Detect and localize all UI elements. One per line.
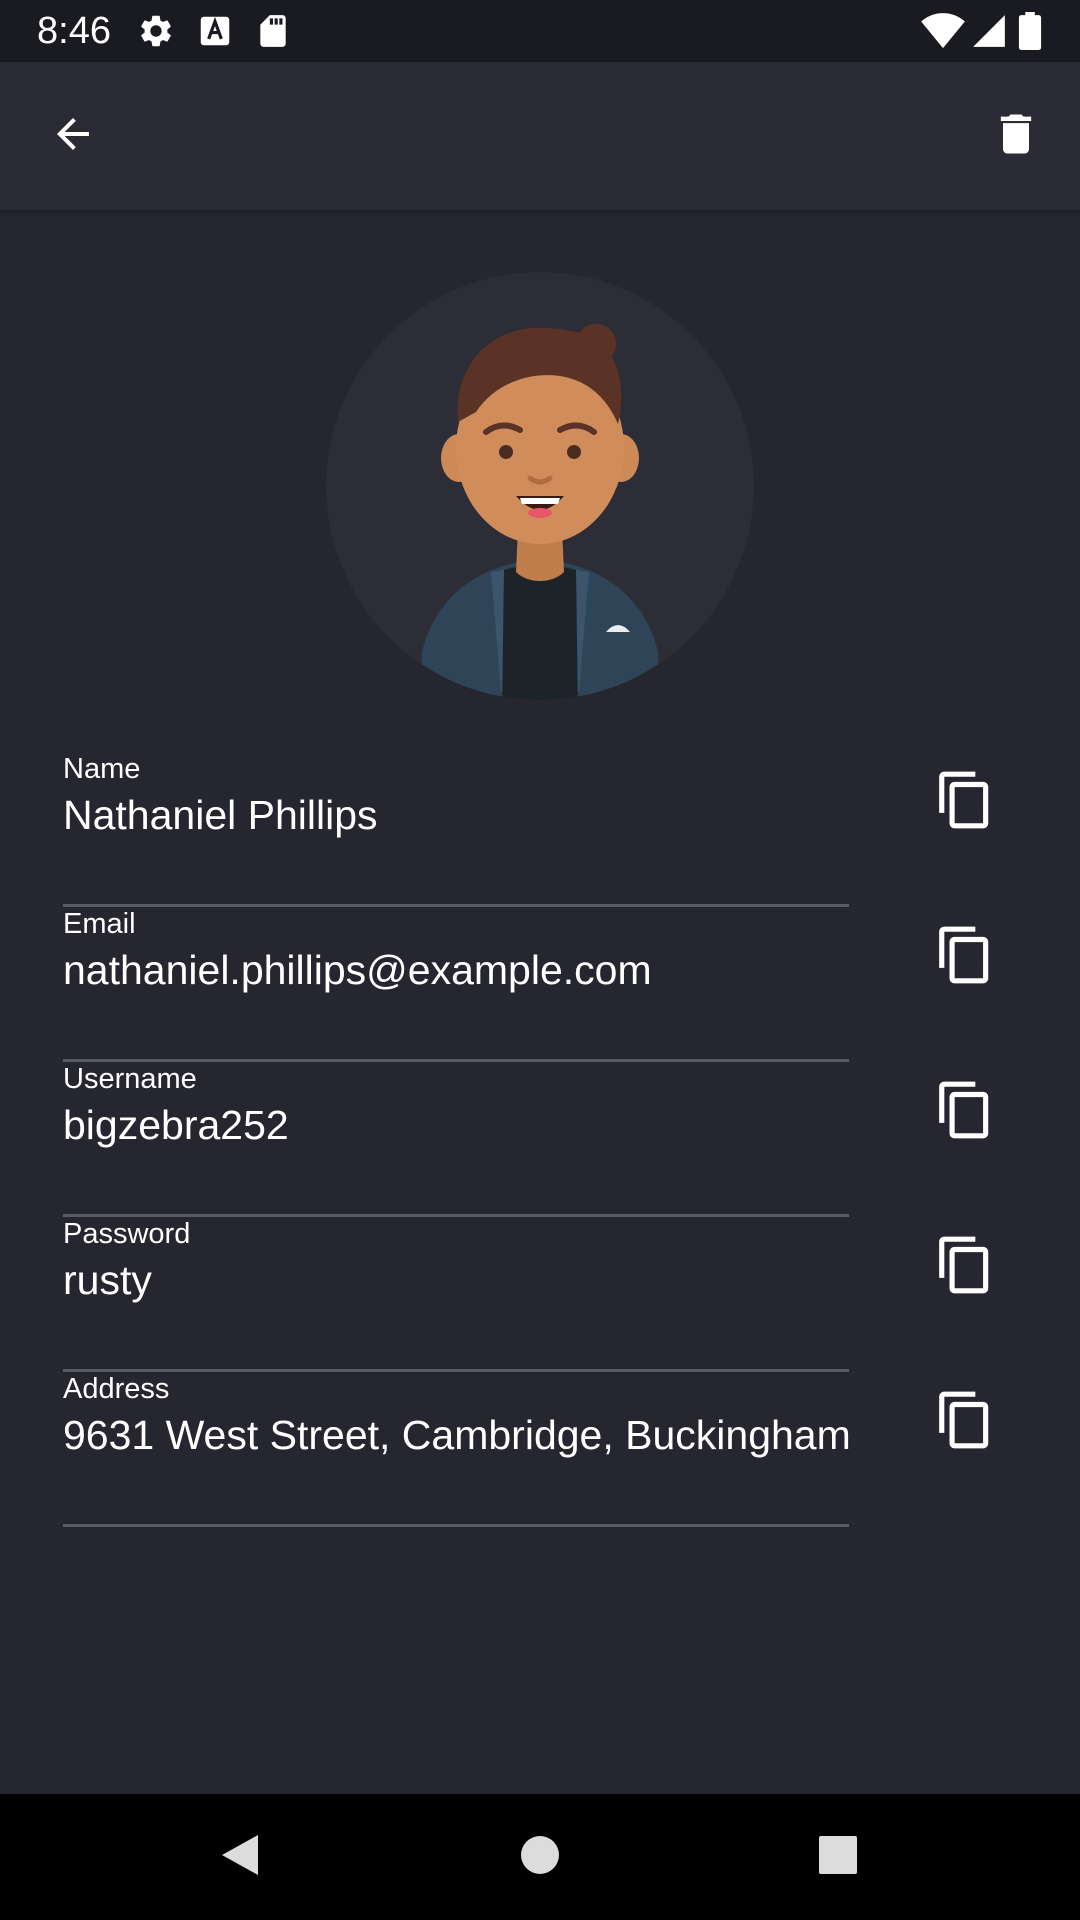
copy-email-button[interactable]: [915, 907, 1015, 1007]
home-circle-icon: [520, 1835, 560, 1880]
nav-back-button[interactable]: [200, 1817, 280, 1897]
delete-button[interactable]: [968, 88, 1064, 184]
copy-icon: [934, 769, 996, 836]
field-value: 9631 West Street, Cambridge, Buckinghams…: [63, 1412, 849, 1458]
trash-icon: [990, 108, 1042, 165]
copy-password-button[interactable]: [915, 1217, 1015, 1317]
field-label: Password: [63, 1218, 191, 1250]
arrow-left-icon: [49, 110, 97, 163]
name-field: Name Nathaniel Phillips: [63, 752, 849, 907]
sd-card-icon: [254, 12, 292, 50]
signal-icon: [970, 12, 1008, 50]
copy-icon: [934, 1389, 996, 1456]
copy-username-button[interactable]: [915, 1062, 1015, 1162]
nav-recents-button[interactable]: [798, 1817, 878, 1897]
copy-address-button[interactable]: [915, 1372, 1015, 1472]
nav-home-button[interactable]: [500, 1817, 580, 1897]
back-triangle-icon: [218, 1831, 262, 1884]
battery-icon: [1016, 12, 1044, 50]
gear-icon: [137, 12, 175, 50]
wifi-icon: [920, 12, 966, 50]
username-field: Username bigzebra252: [63, 1062, 849, 1217]
copy-name-button[interactable]: [915, 752, 1015, 852]
navigation-bar: [0, 1794, 1080, 1920]
password-field: Password rusty: [63, 1217, 849, 1372]
field-label: Email: [63, 908, 136, 940]
address-field: Address 9631 West Street, Cambridge, Buc…: [63, 1372, 849, 1527]
field-value: rusty: [63, 1257, 152, 1303]
field-label: Username: [63, 1063, 197, 1095]
field-value: Nathaniel Phillips: [63, 792, 378, 838]
field-value: bigzebra252: [63, 1102, 289, 1148]
status-bar: 8:46: [0, 0, 1080, 62]
avatar: [326, 272, 754, 700]
field-value: nathaniel.phillips@example.com: [63, 947, 652, 993]
copy-icon: [934, 924, 996, 991]
field-label: Name: [63, 753, 141, 785]
email-field: Email nathaniel.phillips@example.com: [63, 907, 849, 1062]
app-bar: [0, 62, 1080, 210]
recents-square-icon: [818, 1835, 858, 1880]
field-label: Address: [63, 1373, 170, 1405]
copy-icon: [934, 1079, 996, 1146]
avatar-illustration: [422, 324, 658, 700]
back-button[interactable]: [25, 88, 121, 184]
keyboard-a-icon: [196, 12, 234, 50]
status-time: 8:46: [37, 10, 111, 52]
copy-icon: [934, 1234, 996, 1301]
